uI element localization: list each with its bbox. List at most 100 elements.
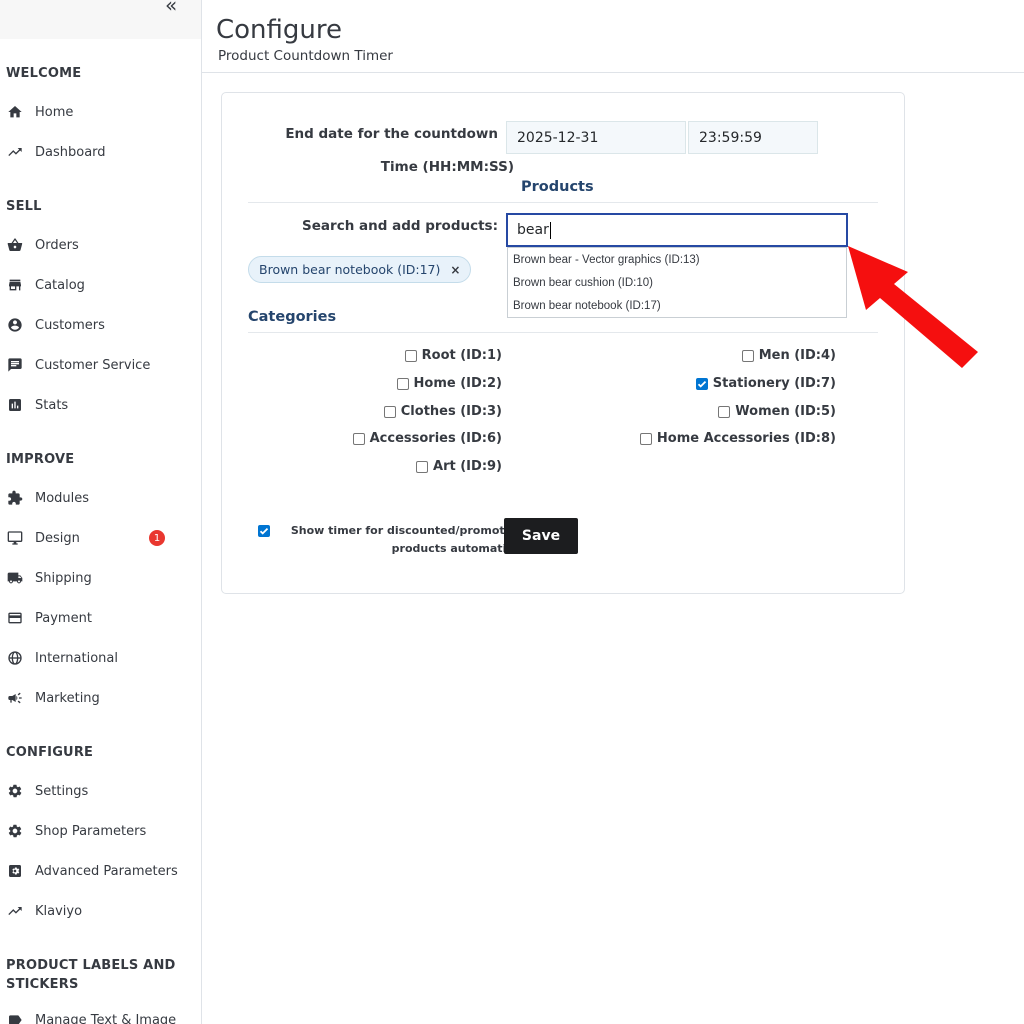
category-checkbox[interactable] bbox=[639, 432, 652, 445]
sidebar-item-manage-text-image[interactable]: Manage Text & Image bbox=[0, 1004, 201, 1024]
sidebar-item-settings[interactable]: Settings bbox=[0, 775, 201, 807]
puzzle-icon bbox=[6, 489, 24, 507]
sidebar-item-label: Design bbox=[35, 530, 80, 546]
section-welcome: WELCOME bbox=[6, 66, 82, 81]
category-label: Home Accessories (ID:8) bbox=[656, 431, 836, 446]
categories-section-title: Categories bbox=[248, 309, 337, 325]
sidebar-item-advanced-parameters[interactable]: Advanced Parameters bbox=[0, 855, 201, 887]
category-stationery[interactable]: Stationery (ID:7) bbox=[695, 376, 836, 391]
category-label: Home (ID:2) bbox=[413, 376, 502, 391]
sidebar-item-label: Settings bbox=[35, 783, 89, 799]
chip-label: Brown bear notebook (ID:17) bbox=[259, 262, 441, 277]
category-home[interactable]: Home (ID:2) bbox=[396, 376, 502, 391]
notification-badge: 1 bbox=[149, 530, 165, 546]
promo-timer-label: Show timer for discounted/promotional pr… bbox=[290, 524, 535, 555]
autocomplete-option[interactable]: Brown bear - Vector graphics (ID:13) bbox=[508, 248, 846, 271]
page-title: Configure bbox=[216, 15, 343, 45]
page-header: Configure Product Countdown Timer bbox=[202, 0, 1024, 73]
sidebar-item-label: Payment bbox=[35, 610, 92, 626]
autocomplete-option[interactable]: Brown bear notebook (ID:17) bbox=[508, 294, 846, 317]
sidebar-item-home[interactable]: Home bbox=[0, 96, 201, 128]
sidebar-item-customer-service[interactable]: Customer Service bbox=[0, 349, 201, 381]
promo-timer-checkbox[interactable] bbox=[258, 525, 270, 537]
end-date-label: End date for the countdown bbox=[285, 126, 498, 142]
sidebar-item-marketing[interactable]: Marketing bbox=[0, 682, 201, 714]
megaphone-icon bbox=[6, 689, 24, 707]
chat-icon bbox=[6, 356, 24, 374]
products-section-title: Products bbox=[521, 179, 594, 195]
autocomplete-option[interactable]: Brown bear cushion (ID:10) bbox=[508, 271, 846, 294]
category-checkbox[interactable] bbox=[416, 460, 429, 473]
label-icon bbox=[6, 1011, 24, 1024]
globe-icon bbox=[6, 649, 24, 667]
sidebar-item-klaviyo[interactable]: Klaviyo bbox=[0, 895, 201, 927]
search-value: bear bbox=[517, 222, 549, 238]
category-label: Stationery (ID:7) bbox=[712, 376, 836, 391]
chip-remove-button[interactable]: × bbox=[450, 263, 460, 277]
category-root[interactable]: Root (ID:1) bbox=[404, 348, 502, 363]
sidebar-item-label: Customers bbox=[35, 317, 105, 333]
collapse-sidebar-button[interactable]: « bbox=[165, 0, 177, 17]
section-configure: CONFIGURE bbox=[6, 745, 94, 760]
sidebar-item-label: Klaviyo bbox=[35, 903, 83, 919]
category-checkbox[interactable] bbox=[718, 405, 731, 418]
category-checkbox[interactable] bbox=[396, 377, 409, 390]
sidebar-item-international[interactable]: International bbox=[0, 642, 201, 674]
category-women[interactable]: Women (ID:5) bbox=[718, 404, 836, 419]
sidebar-item-label: Customer Service bbox=[35, 357, 151, 373]
sidebar-item-modules[interactable]: Modules bbox=[0, 482, 201, 514]
divider bbox=[248, 332, 878, 333]
sidebar: « WELCOME Home Dashboard SELL Orders Cat… bbox=[0, 0, 202, 1024]
gear-icon bbox=[6, 782, 24, 800]
home-icon bbox=[6, 103, 24, 121]
truck-icon bbox=[6, 569, 24, 587]
sidebar-item-label: Shop Parameters bbox=[35, 823, 147, 839]
category-checkbox[interactable] bbox=[352, 432, 365, 445]
category-label: Women (ID:5) bbox=[735, 404, 836, 419]
divider bbox=[248, 202, 878, 203]
category-checkbox-checked[interactable] bbox=[695, 377, 708, 390]
sidebar-item-label: Marketing bbox=[35, 690, 100, 706]
category-label: Accessories (ID:6) bbox=[369, 431, 502, 446]
text-caret bbox=[549, 221, 551, 239]
sidebar-item-catalog[interactable]: Catalog bbox=[0, 269, 201, 301]
sidebar-item-label: Home bbox=[35, 104, 74, 120]
config-form-card: End date for the countdown 2025-12-31 23… bbox=[221, 92, 905, 594]
desktop-icon bbox=[6, 529, 24, 547]
sidebar-item-shipping[interactable]: Shipping bbox=[0, 562, 201, 594]
sidebar-item-shop-parameters[interactable]: Shop Parameters bbox=[0, 815, 201, 847]
sidebar-item-label: International bbox=[35, 650, 118, 666]
product-search-input[interactable]: bear bbox=[506, 213, 848, 247]
category-checkbox[interactable] bbox=[404, 349, 417, 362]
search-products-label: Search and add products: bbox=[302, 218, 498, 234]
store-icon bbox=[6, 276, 24, 294]
sidebar-item-customers[interactable]: Customers bbox=[0, 309, 201, 341]
sidebar-item-label: Stats bbox=[35, 397, 69, 413]
selected-product-chip: Brown bear notebook (ID:17) × bbox=[248, 256, 472, 283]
sidebar-item-design[interactable]: Design 1 bbox=[0, 522, 201, 554]
section-sell: SELL bbox=[6, 199, 42, 214]
trending-up-icon bbox=[6, 902, 24, 920]
sidebar-item-dashboard[interactable]: Dashboard bbox=[0, 136, 201, 168]
end-date-input[interactable]: 2025-12-31 bbox=[506, 121, 686, 154]
sidebar-item-payment[interactable]: Payment bbox=[0, 602, 201, 634]
sidebar-item-orders[interactable]: Orders bbox=[0, 229, 201, 261]
category-men[interactable]: Men (ID:4) bbox=[741, 348, 836, 363]
page-subtitle: Product Countdown Timer bbox=[218, 48, 393, 64]
category-accessories[interactable]: Accessories (ID:6) bbox=[352, 431, 502, 446]
category-checkbox[interactable] bbox=[741, 349, 754, 362]
category-home-accessories[interactable]: Home Accessories (ID:8) bbox=[639, 431, 836, 446]
gear-icon bbox=[6, 822, 24, 840]
end-time-input[interactable]: 23:59:59 bbox=[688, 121, 818, 154]
section-product-labels: PRODUCT LABELS AND STICKERS bbox=[6, 958, 176, 992]
category-art[interactable]: Art (ID:9) bbox=[416, 459, 502, 474]
sidebar-item-label: Modules bbox=[35, 490, 90, 506]
time-format-label: Time (HH:MM:SS) bbox=[380, 159, 514, 175]
red-arrow-annotation bbox=[848, 246, 978, 368]
save-button[interactable]: Save bbox=[504, 518, 578, 554]
credit-card-icon bbox=[6, 609, 24, 627]
category-checkbox[interactable] bbox=[383, 405, 396, 418]
category-clothes[interactable]: Clothes (ID:3) bbox=[383, 404, 502, 419]
sidebar-item-label: Manage Text & Image bbox=[35, 1012, 177, 1024]
sidebar-item-stats[interactable]: Stats bbox=[0, 389, 201, 421]
